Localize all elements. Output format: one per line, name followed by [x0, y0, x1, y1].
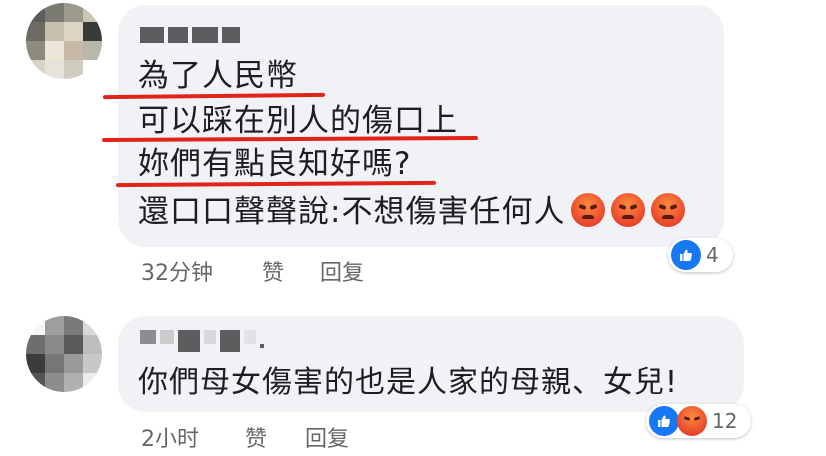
reaction-summary[interactable]: 4 [668, 238, 733, 272]
comment-text-line: 你們母女傷害的也是人家的母親、女兒! [138, 365, 679, 400]
comment-text-line: 為了人民幣 [138, 58, 298, 94]
author-name-redacted[interactable] [140, 330, 264, 352]
comment-text-line: 可以踩在別人的傷口上 [138, 103, 458, 139]
reaction-count: 12 [712, 409, 738, 433]
comment-text-line: 妳們有點良知好嗎? [138, 146, 412, 182]
avatar[interactable] [26, 316, 102, 392]
reaction-summary[interactable]: 12 [646, 404, 751, 438]
reply-link[interactable]: 回复 [320, 255, 364, 287]
angry-emoji-icon [571, 193, 606, 227]
like-link[interactable]: 赞 [245, 421, 267, 453]
angry-emoji-icon [611, 193, 646, 227]
comment-text-line-content: 還口口聲聲說:不想傷害任何人 [138, 194, 566, 230]
reaction-count: 4 [706, 243, 719, 267]
like-icon [649, 406, 679, 436]
reply-link[interactable]: 回复 [305, 421, 349, 453]
comment-text-line: 還口口聲聲說:不想傷害任何人 [138, 193, 686, 230]
like-icon [671, 240, 701, 270]
avatar[interactable] [26, 3, 102, 79]
author-name-redacted[interactable] [140, 27, 240, 43]
angry-reaction-icon [677, 406, 707, 436]
angry-emoji-icon [651, 193, 686, 227]
comment-timestamp[interactable]: 32分钟 [141, 255, 213, 287]
comment-timestamp[interactable]: 2小时 [141, 421, 199, 453]
like-link[interactable]: 赞 [262, 255, 284, 287]
